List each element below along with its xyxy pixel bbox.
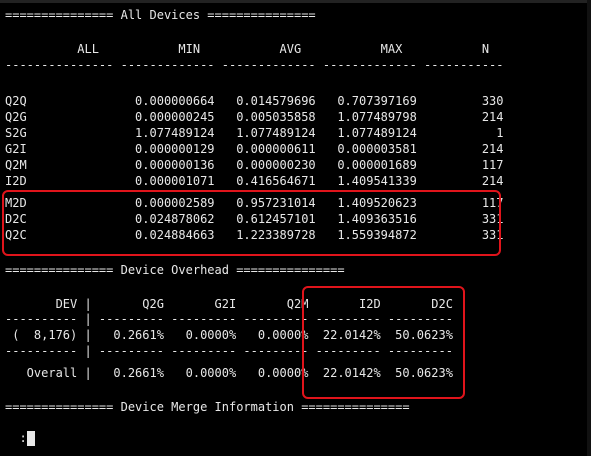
pager-prompt-line[interactable]: :: [5, 416, 35, 446]
terminal-line: Q2G 0.000000245 0.005035858 1.077489798 …: [5, 110, 504, 124]
pager-prompt: :: [19, 431, 27, 445]
window-top-edge: [0, 0, 591, 3]
terminal-line: G2I 0.000000129 0.000000611 0.000003581 …: [5, 142, 504, 156]
highlight-box-m2d-d2c-q2c: [2, 190, 501, 256]
terminal-scrollbar[interactable]: [587, 0, 591, 456]
terminal-line: I2D 0.000001071 0.416564671 1.409541339 …: [5, 174, 504, 188]
terminal-line: ALL MIN AVG MAX N: [5, 42, 490, 56]
terminal-line: =============== All Devices ============…: [5, 8, 316, 22]
terminal-line: Q2M 0.000000136 0.000000230 0.000001689 …: [5, 158, 504, 172]
highlight-box-i2d-d2c-overhead: [302, 286, 465, 399]
terminal-line: --------------- ------------- ----------…: [5, 58, 504, 72]
terminal-line: =============== Device Overhead ========…: [5, 263, 345, 277]
terminal-line: Q2Q 0.000000664 0.014579696 0.707397169 …: [5, 94, 504, 108]
terminal-line: =============== Device Merge Information…: [5, 400, 410, 414]
terminal-line: S2G 1.077489124 1.077489124 1.077489124 …: [5, 126, 504, 140]
text-cursor: [26, 431, 35, 446]
